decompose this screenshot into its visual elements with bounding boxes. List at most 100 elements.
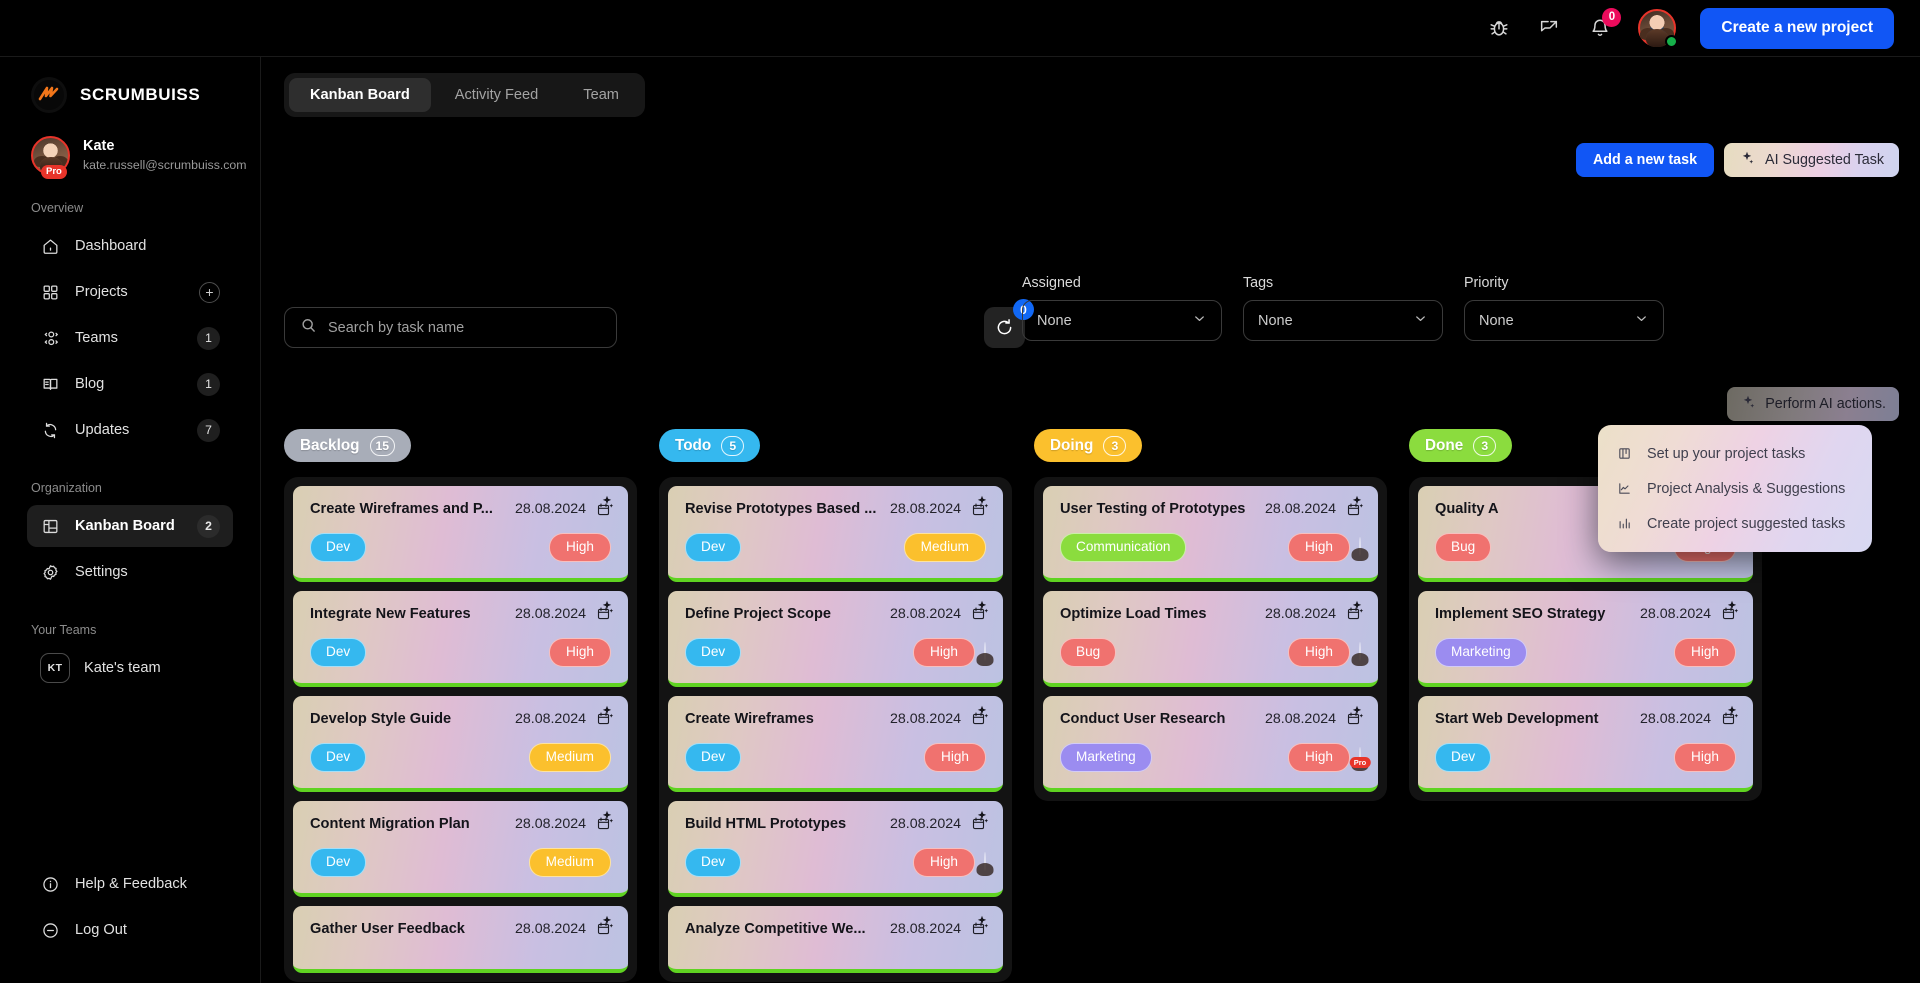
task-tag: Dev — [1435, 742, 1492, 772]
task-priority-badge: High — [549, 637, 611, 667]
sidebar-item-teams[interactable]: Teams 1 — [27, 317, 233, 359]
sparkle-icon[interactable] — [1349, 494, 1365, 515]
task-due-date: 28.08.2024 — [514, 605, 586, 622]
brand[interactable]: SCRUMBUISS — [0, 57, 260, 113]
column-header[interactable]: Todo 5 — [659, 429, 761, 462]
sidebar-item-label: Log Out — [75, 922, 127, 938]
sidebar-item-settings[interactable]: Settings — [27, 551, 233, 593]
perform-ai-actions-tooltip[interactable]: Perform AI actions. — [1727, 387, 1899, 421]
add-project-icon[interactable]: + — [199, 281, 220, 303]
sidebar-item-dashboard[interactable]: Dashboard — [27, 225, 233, 267]
column-header[interactable]: Done 3 — [1409, 429, 1513, 462]
sidebar-item-label: Kanban Board — [75, 518, 175, 534]
team-initials: KT — [40, 653, 70, 683]
sparkle-icon[interactable] — [1724, 704, 1740, 725]
sparkle-icon[interactable] — [599, 494, 615, 515]
tab-kanban-board[interactable]: Kanban Board — [289, 78, 431, 112]
task-due-date: 28.08.2024 — [1264, 710, 1336, 727]
task-priority-badge: High — [913, 847, 975, 877]
sparkle-icon[interactable] — [1724, 599, 1740, 620]
task-meta: High — [1288, 637, 1361, 667]
task-card[interactable]: Develop Style Guide 28.08.2024 Dev Medium — [293, 695, 628, 792]
assignee-avatar[interactable]: Pro — [1349, 747, 1371, 769]
task-card[interactable]: Content Migration Plan 28.08.2024 Dev Mediu… — [293, 800, 628, 897]
task-tag: Bug — [1060, 637, 1117, 667]
column-header[interactable]: Backlog 15 — [284, 429, 412, 462]
sidebar-nav-organization: Kanban Board 2 Settings — [0, 505, 260, 597]
assignee-avatar[interactable] — [1359, 642, 1361, 662]
task-card[interactable]: Start Web Development 28.08.2024 Dev High — [1418, 695, 1753, 792]
task-card[interactable]: Optimize Load Times 28.08.2024 Bug High — [1043, 590, 1378, 687]
bug-icon[interactable] — [1486, 15, 1512, 41]
sidebar-user[interactable]: Pro Kate kate.russell@scrumbuiss.com — [0, 113, 260, 179]
notifications-button[interactable]: 0 — [1586, 8, 1622, 42]
sidebar-item-projects[interactable]: Projects + — [27, 271, 233, 313]
task-meta: High — [913, 637, 986, 667]
sparkle-icon[interactable] — [599, 914, 615, 935]
ai-suggested-task-button[interactable]: AI Suggested Task — [1724, 143, 1899, 177]
sidebar-section-organization-label: Organization — [31, 481, 102, 495]
sparkle-icon[interactable] — [974, 914, 990, 935]
add-new-task-button[interactable]: Add a new task — [1575, 143, 1715, 177]
share-feedback-icon[interactable] — [1536, 15, 1562, 41]
task-card[interactable]: Gather User Feedback 28.08.2024 — [293, 905, 628, 973]
task-card[interactable]: Analyze Competitive We... 28.08.2024 — [668, 905, 1003, 973]
sidebar-item-kanban-board[interactable]: Kanban Board 2 — [27, 505, 233, 547]
sparkle-icon[interactable] — [974, 494, 990, 515]
search-input[interactable] — [328, 319, 601, 336]
assignee-avatar-image — [984, 852, 986, 872]
task-priority-badge: Medium — [528, 847, 611, 877]
sparkle-icon[interactable] — [974, 704, 990, 725]
chevron-down-icon — [1413, 311, 1428, 331]
task-card[interactable]: Build HTML Prototypes 28.08.2024 Dev High — [668, 800, 1003, 897]
ai-menu-item-create-suggested-tasks[interactable]: Create project suggested tasks — [1598, 506, 1872, 541]
task-card-header: Revise Prototypes Based ... 28.08.2024 — [685, 501, 986, 517]
search-bar[interactable] — [284, 307, 617, 348]
task-tag: Marketing — [1435, 637, 1527, 667]
task-card-header: Content Migration Plan 28.08.2024 — [310, 816, 611, 832]
filter-group: Assigned None Tags None Priority None — [1022, 275, 1664, 341]
sparkle-icon[interactable] — [974, 599, 990, 620]
task-card[interactable]: Conduct User Research 28.08.2024 Marketing… — [1043, 695, 1378, 792]
task-card-header: Analyze Competitive We... 28.08.2024 — [685, 921, 986, 937]
avatar[interactable] — [1638, 9, 1679, 48]
assignee-avatar[interactable] — [984, 642, 986, 662]
priority-select[interactable]: None — [1464, 300, 1664, 341]
sparkle-icon[interactable] — [599, 599, 615, 620]
tab-activity-feed[interactable]: Activity Feed — [434, 78, 560, 112]
sidebar-team-kates-team[interactable]: KT Kate's team — [27, 647, 233, 689]
sparkle-icon[interactable] — [1349, 704, 1365, 725]
sidebar-item-blog[interactable]: Blog 1 — [27, 363, 233, 405]
column-header[interactable]: Doing 3 — [1034, 429, 1143, 462]
task-card[interactable]: Create Wireframes and P... 28.08.2024 Dev H… — [293, 486, 628, 582]
task-card[interactable]: Create Wireframes 28.08.2024 Dev High — [668, 695, 1003, 792]
sparkle-icon[interactable] — [1349, 599, 1365, 620]
assignee-avatar[interactable] — [984, 852, 986, 872]
ai-menu-item-setup-tasks[interactable]: Set up your project tasks — [1598, 436, 1872, 471]
sidebar-item-log-out[interactable]: Log Out — [27, 909, 233, 951]
assignee-avatar[interactable] — [1359, 537, 1361, 557]
sidebar-item-updates[interactable]: Updates 7 — [27, 409, 233, 451]
sparkle-icon[interactable] — [599, 704, 615, 725]
logo-icon — [31, 77, 67, 113]
main-content: Kanban Board Activity Feed Team Add a ne… — [261, 57, 1920, 983]
ai-menu-item-project-analysis[interactable]: Project Analysis & Suggestions — [1598, 471, 1872, 506]
sidebar-item-help-feedback[interactable]: Help & Feedback — [27, 863, 233, 905]
sparkle-icon[interactable] — [599, 809, 615, 830]
sparkle-icon[interactable] — [974, 809, 990, 830]
tags-select[interactable]: None — [1243, 300, 1443, 341]
task-card[interactable]: User Testing of Prototypes 28.08.2024 Comm… — [1043, 486, 1378, 582]
task-title: Revise Prototypes Based ... — [685, 501, 877, 517]
task-card[interactable]: Revise Prototypes Based ... 28.08.2024 Dev… — [668, 486, 1003, 582]
task-due-date: 28.08.2024 — [889, 710, 961, 727]
column-title: Doing — [1050, 436, 1094, 454]
task-card[interactable]: Implement SEO Strategy 28.08.2024 Marketin… — [1418, 590, 1753, 687]
task-card[interactable]: Define Project Scope 28.08.2024 Dev High — [668, 590, 1003, 687]
assigned-select[interactable]: None — [1022, 300, 1222, 341]
task-card[interactable]: Integrate New Features 28.08.2024 Dev High — [293, 590, 628, 687]
task-card-header: Create Wireframes and P... 28.08.2024 — [310, 501, 611, 517]
tab-team[interactable]: Team — [562, 78, 640, 112]
create-new-project-button[interactable]: Create a new project — [1700, 7, 1894, 49]
task-due-date: 28.08.2024 — [1264, 501, 1336, 517]
ai-tooltip-label: Perform AI actions. — [1765, 396, 1886, 412]
